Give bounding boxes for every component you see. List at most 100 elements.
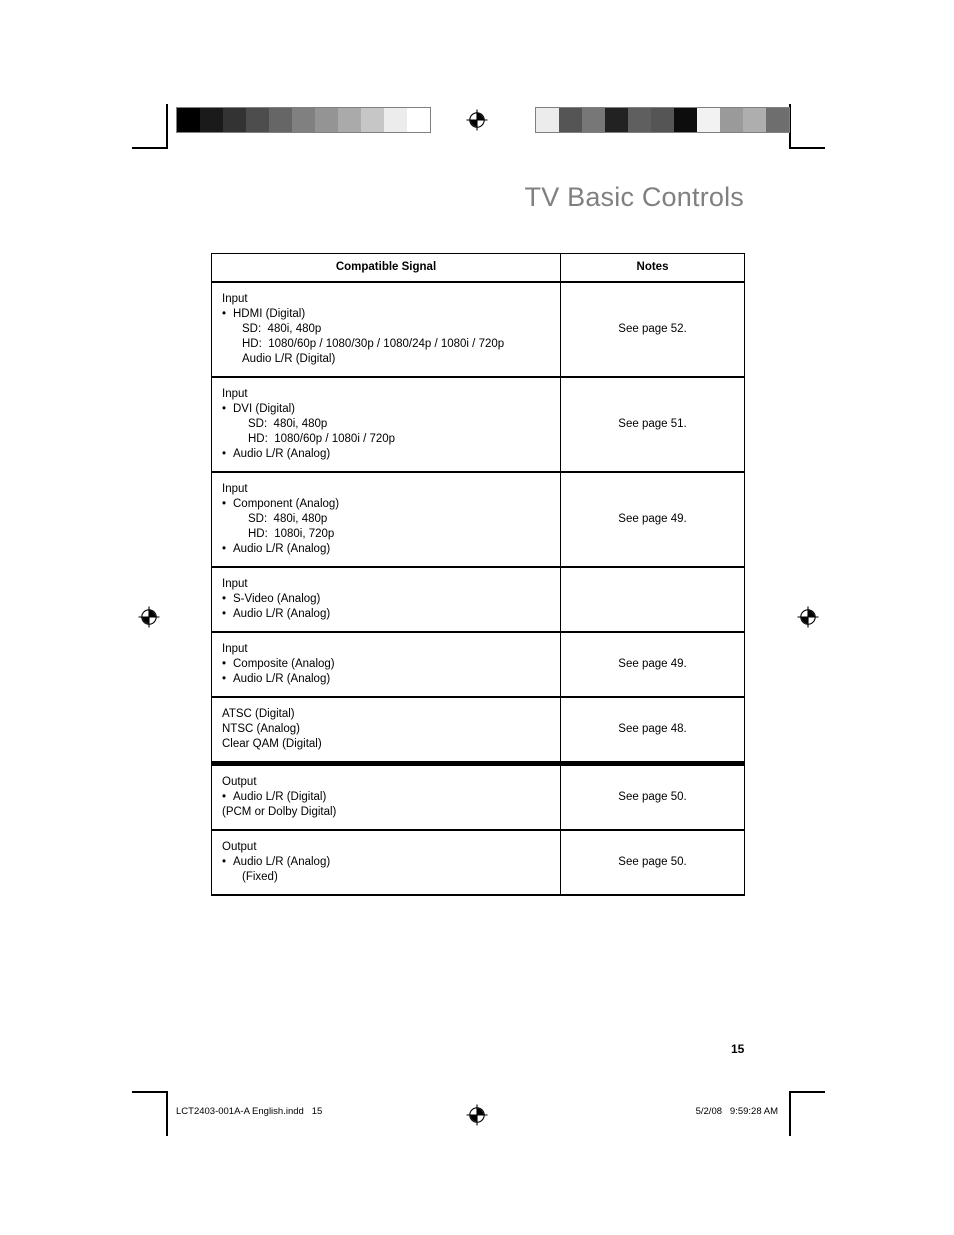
- calibration-swatch: [628, 108, 651, 132]
- crop-mark-top-left-horizontal: [132, 147, 168, 149]
- calibration-swatch: [674, 108, 697, 132]
- signal-line-list: Input S-Video (Analog)Audio L/R (Analog): [220, 577, 560, 622]
- calibration-swatch: [720, 108, 743, 132]
- calibration-swatch: [223, 108, 246, 132]
- calibration-swatch: [697, 108, 720, 132]
- column-header-compatible-signal: Compatible Signal: [211, 253, 561, 283]
- signal-line: DVI (Digital): [220, 402, 560, 417]
- signal-line: HD: 1080/60p / 1080/30p / 1080/24p / 108…: [242, 338, 505, 350]
- signal-line-list: Output Audio L/R (Digital)(PCM or Dolby D…: [220, 775, 560, 820]
- calibration-swatch: [177, 108, 200, 132]
- calibration-swatch: [200, 108, 223, 132]
- signal-line: Input: [222, 293, 248, 305]
- signal-line: Clear QAM (Digital): [222, 738, 322, 750]
- signal-line: SD: 480i, 480p: [248, 418, 328, 430]
- signal-cell: ATSC (Digital) NTSC (Analog) Clear QAM (Di…: [211, 696, 561, 765]
- registration-target-icon-left: [138, 606, 160, 628]
- signal-line: Input: [222, 483, 248, 495]
- signal-line: Audio L/R (Analog): [220, 607, 560, 622]
- signal-line: S-Video (Analog): [220, 592, 560, 607]
- signal-line: Input: [222, 388, 248, 400]
- notes-cell: [560, 566, 745, 633]
- signal-line-list: Output Audio L/R (Analog)(Fixed): [220, 840, 560, 885]
- calibration-swatch: [407, 108, 430, 132]
- page-number: 15: [731, 1042, 745, 1056]
- signal-line: HD: 1080i, 720p: [248, 528, 335, 540]
- signal-cell: Input Composite (Analog)Audio L/R (Analog…: [211, 631, 561, 698]
- registration-target-icon-right: [797, 606, 819, 628]
- table-row: Input Component (Analog)SD: 480i, 480p HD:…: [211, 471, 745, 568]
- signal-line: HDMI (Digital): [220, 307, 560, 322]
- calibration-swatch: [269, 108, 292, 132]
- notes-cell: See page 49.: [560, 471, 745, 568]
- signal-cell: Input HDMI (Digital)SD: 480i, 480p HD: 108…: [211, 281, 561, 378]
- crop-mark-bottom-right-vertical: [789, 1092, 791, 1136]
- table-row: Input HDMI (Digital)SD: 480i, 480p HD: 108…: [211, 281, 745, 378]
- signal-line: Audio L/R (Digital): [220, 790, 560, 805]
- table-body: InputHDMI (Digital)SD: 480i, 480pHD: 108…: [211, 281, 745, 896]
- table-header: Compatible Signal Notes: [211, 253, 745, 283]
- calibration-swatch: [651, 108, 674, 132]
- page-title: TV Basic Controls: [524, 182, 744, 212]
- signal-cell: Input DVI (Digital)SD: 480i, 480p HD: 1080…: [211, 376, 561, 473]
- signal-line: Output: [222, 841, 257, 853]
- column-header-notes: Notes: [560, 253, 745, 283]
- calibration-swatch: [559, 108, 582, 132]
- calibration-swatch: [384, 108, 407, 132]
- table-row: Output Audio L/R (Analog)(Fixed) See page …: [211, 829, 745, 896]
- signal-cell: Input S-Video (Analog)Audio L/R (Analog): [211, 566, 561, 633]
- signal-line: SD: 480i, 480p: [248, 513, 328, 525]
- signal-line: Input: [222, 643, 248, 655]
- table-row: ATSC (Digital) NTSC (Analog) Clear QAM (Di…: [211, 696, 745, 765]
- calibration-swatch: [536, 108, 559, 132]
- table-row: Output Audio L/R (Digital)(PCM or Dolby D…: [211, 761, 745, 831]
- footer-file-slug: LCT2403-001A-A English.indd 15: [176, 1106, 323, 1117]
- notes-cell: See page 49.: [560, 631, 745, 698]
- notes-cell: See page 51.: [560, 376, 745, 473]
- calibration-swatch: [766, 108, 789, 132]
- calibration-swatch: [743, 108, 766, 132]
- table-header-row: Compatible Signal Notes: [211, 253, 745, 283]
- signal-cell: Input Component (Analog)SD: 480i, 480p HD:…: [211, 471, 561, 568]
- signal-line: (PCM or Dolby Digital): [222, 806, 337, 818]
- signal-line: Composite (Analog): [220, 657, 560, 672]
- signal-line: ATSC (Digital): [222, 708, 295, 720]
- crop-mark-top-right-horizontal: [789, 147, 825, 149]
- signal-line: Component (Analog): [220, 497, 560, 512]
- notes-cell: See page 52.: [560, 281, 745, 378]
- signal-line: Audio L/R (Analog): [220, 672, 560, 687]
- table-row: Input DVI (Digital)SD: 480i, 480p HD: 1080…: [211, 376, 745, 473]
- calibration-swatch: [605, 108, 628, 132]
- notes-cell: See page 50.: [560, 761, 745, 831]
- signal-line-list: Input DVI (Digital)SD: 480i, 480p HD: 1080…: [220, 387, 560, 462]
- calibration-swatch: [361, 108, 384, 132]
- signal-line-list: Input Composite (Analog)Audio L/R (Analog…: [220, 642, 560, 687]
- table-row: Input S-Video (Analog)Audio L/R (Analog): [211, 566, 745, 633]
- signal-line: Audio L/R (Digital): [242, 353, 336, 365]
- calibration-swatch: [315, 108, 338, 132]
- registration-target-icon-top: [466, 109, 488, 131]
- signal-cell: Output Audio L/R (Analog)(Fixed): [211, 829, 561, 896]
- calibration-swatch: [582, 108, 605, 132]
- signal-line: Output: [222, 776, 257, 788]
- signal-line: NTSC (Analog): [222, 723, 300, 735]
- signal-line: (Fixed): [242, 871, 278, 883]
- signal-line: SD: 480i, 480p: [242, 323, 322, 335]
- notes-cell: See page 48.: [560, 696, 745, 765]
- signal-line-list: Input Component (Analog)SD: 480i, 480p HD:…: [220, 482, 560, 557]
- crop-mark-top-left-vertical: [166, 104, 168, 148]
- table-row: Input Composite (Analog)Audio L/R (Analog…: [211, 631, 745, 698]
- registration-target-icon-bottom: [466, 1104, 488, 1126]
- grayscale-scramble-bar-right: [535, 107, 790, 133]
- signal-line: Audio L/R (Analog): [220, 447, 560, 462]
- calibration-swatch: [338, 108, 361, 132]
- signal-line: Audio L/R (Analog): [220, 542, 560, 557]
- grayscale-ramp-bar-left: [176, 107, 431, 133]
- signal-line-list: Input HDMI (Digital)SD: 480i, 480p HD: 108…: [220, 292, 560, 367]
- signal-line: Audio L/R (Analog): [220, 855, 560, 870]
- crop-mark-bottom-left-horizontal: [132, 1091, 168, 1093]
- notes-cell: See page 50.: [560, 829, 745, 896]
- crop-mark-bottom-left-vertical: [166, 1092, 168, 1136]
- calibration-swatch: [246, 108, 269, 132]
- crop-mark-bottom-right-horizontal: [789, 1091, 825, 1093]
